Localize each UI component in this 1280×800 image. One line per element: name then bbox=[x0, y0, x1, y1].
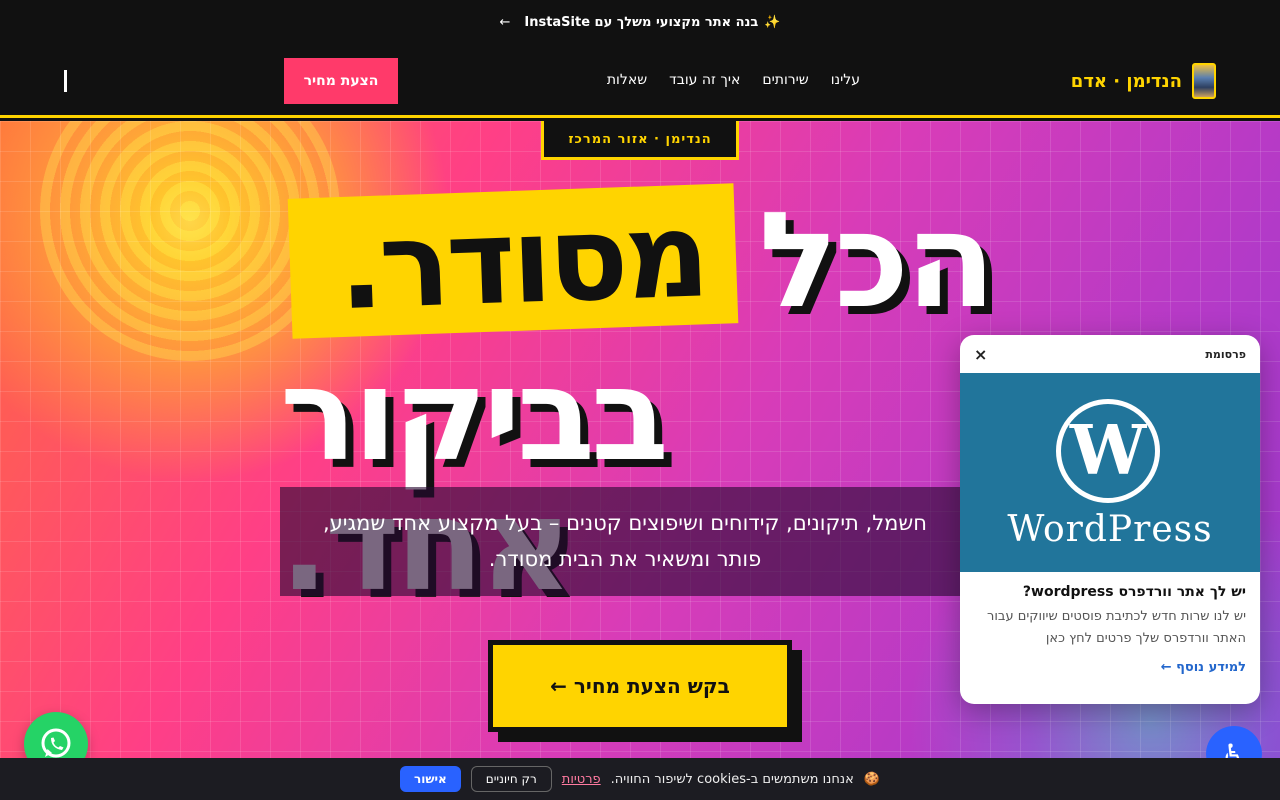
cookie-banner: 🍪 אנחנו משתמשים ב-cookies לשיפור החוויה.… bbox=[0, 758, 1280, 800]
brand-logo bbox=[1192, 63, 1216, 99]
nav-link-how-it-works[interactable]: איך זה עובד bbox=[669, 72, 740, 88]
headline-highlight: מסודר. bbox=[287, 183, 739, 339]
privacy-link[interactable]: פרטיות bbox=[562, 772, 601, 787]
headline-line-2: בביקור אחד. bbox=[280, 341, 669, 611]
wordpress-logo-icon: W bbox=[1056, 399, 1160, 503]
ad-title: יש לך אתר וורדפרס wordpress? bbox=[1022, 584, 1246, 600]
ad-popup: פרסומת × W WordPress יש לך אתר וורדפרס w… bbox=[960, 335, 1260, 704]
sparkles-icon: ✨ bbox=[764, 14, 781, 30]
headline-line-1: מסודר. הכל bbox=[287, 183, 1010, 341]
nav-links: עלינו שירותים איך זה עובד שאלות bbox=[607, 72, 860, 88]
ad-body: יש לנו שרות חדש לכתיבת פוסטים שיווקים עב… bbox=[987, 609, 1246, 646]
headline-highlight-text: מסודר. bbox=[336, 185, 708, 337]
announcement-text: בנה אתר מקצועי משלך עם InstaSite bbox=[524, 14, 759, 30]
ad-label: פרסומת bbox=[1205, 347, 1246, 361]
essential-only-button[interactable]: רק חיוניים bbox=[470, 766, 552, 792]
nav-link-about[interactable]: עלינו bbox=[831, 72, 860, 88]
whatsapp-icon bbox=[41, 728, 71, 758]
announcement-bar[interactable]: ✨ בנה אתר מקצועי משלך עם InstaSite ← bbox=[0, 0, 1280, 44]
brand[interactable]: הנדימן · אדם bbox=[1071, 63, 1216, 99]
cookie-icon: 🍪 bbox=[863, 771, 880, 787]
menu-toggle[interactable] bbox=[64, 70, 67, 92]
request-quote-button[interactable]: בקש הצעת מחיר ← bbox=[488, 640, 792, 732]
headline-word: הכל bbox=[758, 184, 996, 338]
close-icon[interactable]: × bbox=[974, 345, 987, 364]
nav-link-services[interactable]: שירותים bbox=[762, 72, 808, 88]
hero-subtext: חשמל, תיקונים, קידוחים ושיפוצים קטנים – … bbox=[280, 487, 970, 596]
nav-link-faq[interactable]: שאלות bbox=[607, 72, 647, 88]
nav-quote-button[interactable]: הצעת מחיר bbox=[284, 58, 398, 104]
ad-image[interactable]: W WordPress bbox=[960, 373, 1260, 572]
ad-header: פרסומת × bbox=[960, 335, 1260, 373]
arrow-left-icon: ← bbox=[499, 14, 511, 30]
ad-learn-more-link[interactable]: למידע נוסף ← bbox=[960, 650, 1260, 675]
cookie-text: אנחנו משתמשים ב-cookies לשיפור החוויה. bbox=[610, 771, 854, 787]
wordpress-wordmark: WordPress bbox=[1007, 509, 1213, 550]
hero-tag: הנדימן · אזור המרכז bbox=[541, 121, 739, 160]
main-nav: הנדימן · אדם עלינו שירותים איך זה עובד ש… bbox=[0, 44, 1280, 118]
brand-name: הנדימן · אדם bbox=[1070, 70, 1182, 92]
accept-cookies-button[interactable]: אישור bbox=[400, 766, 461, 792]
